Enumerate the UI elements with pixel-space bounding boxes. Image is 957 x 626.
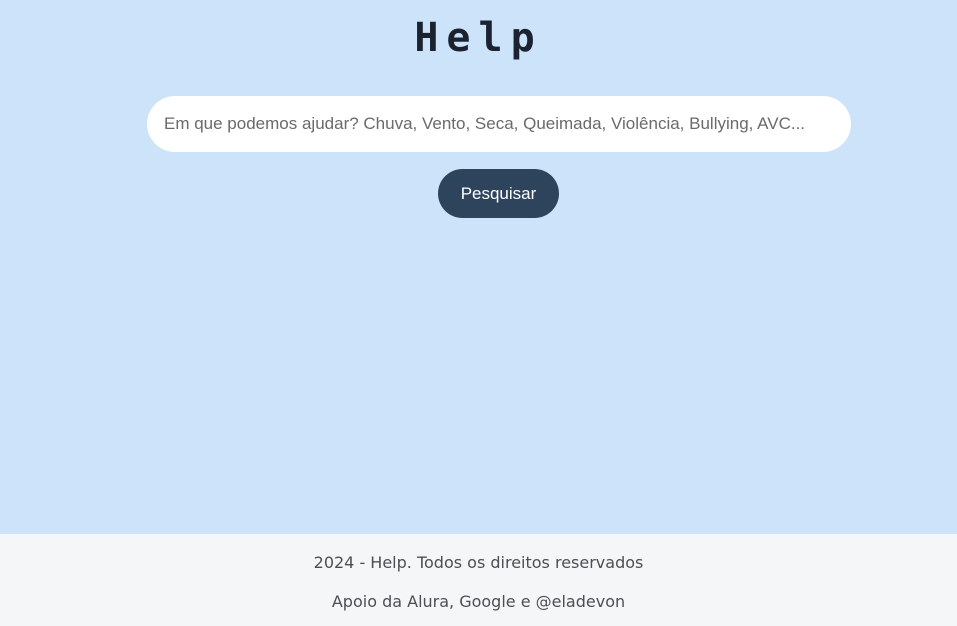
search-input[interactable]	[147, 96, 851, 152]
search-button[interactable]: Pesquisar	[438, 169, 559, 218]
footer-support: Apoio da Alura, Google e @eladevon	[331, 592, 626, 611]
footer-copyright: 2024 - Help. Todos os direitos reservado…	[313, 553, 644, 572]
page-title: Help	[414, 15, 543, 61]
footer: 2024 - Help. Todos os direitos reservado…	[0, 534, 957, 626]
main-content: Help Pesquisar	[0, 0, 957, 534]
